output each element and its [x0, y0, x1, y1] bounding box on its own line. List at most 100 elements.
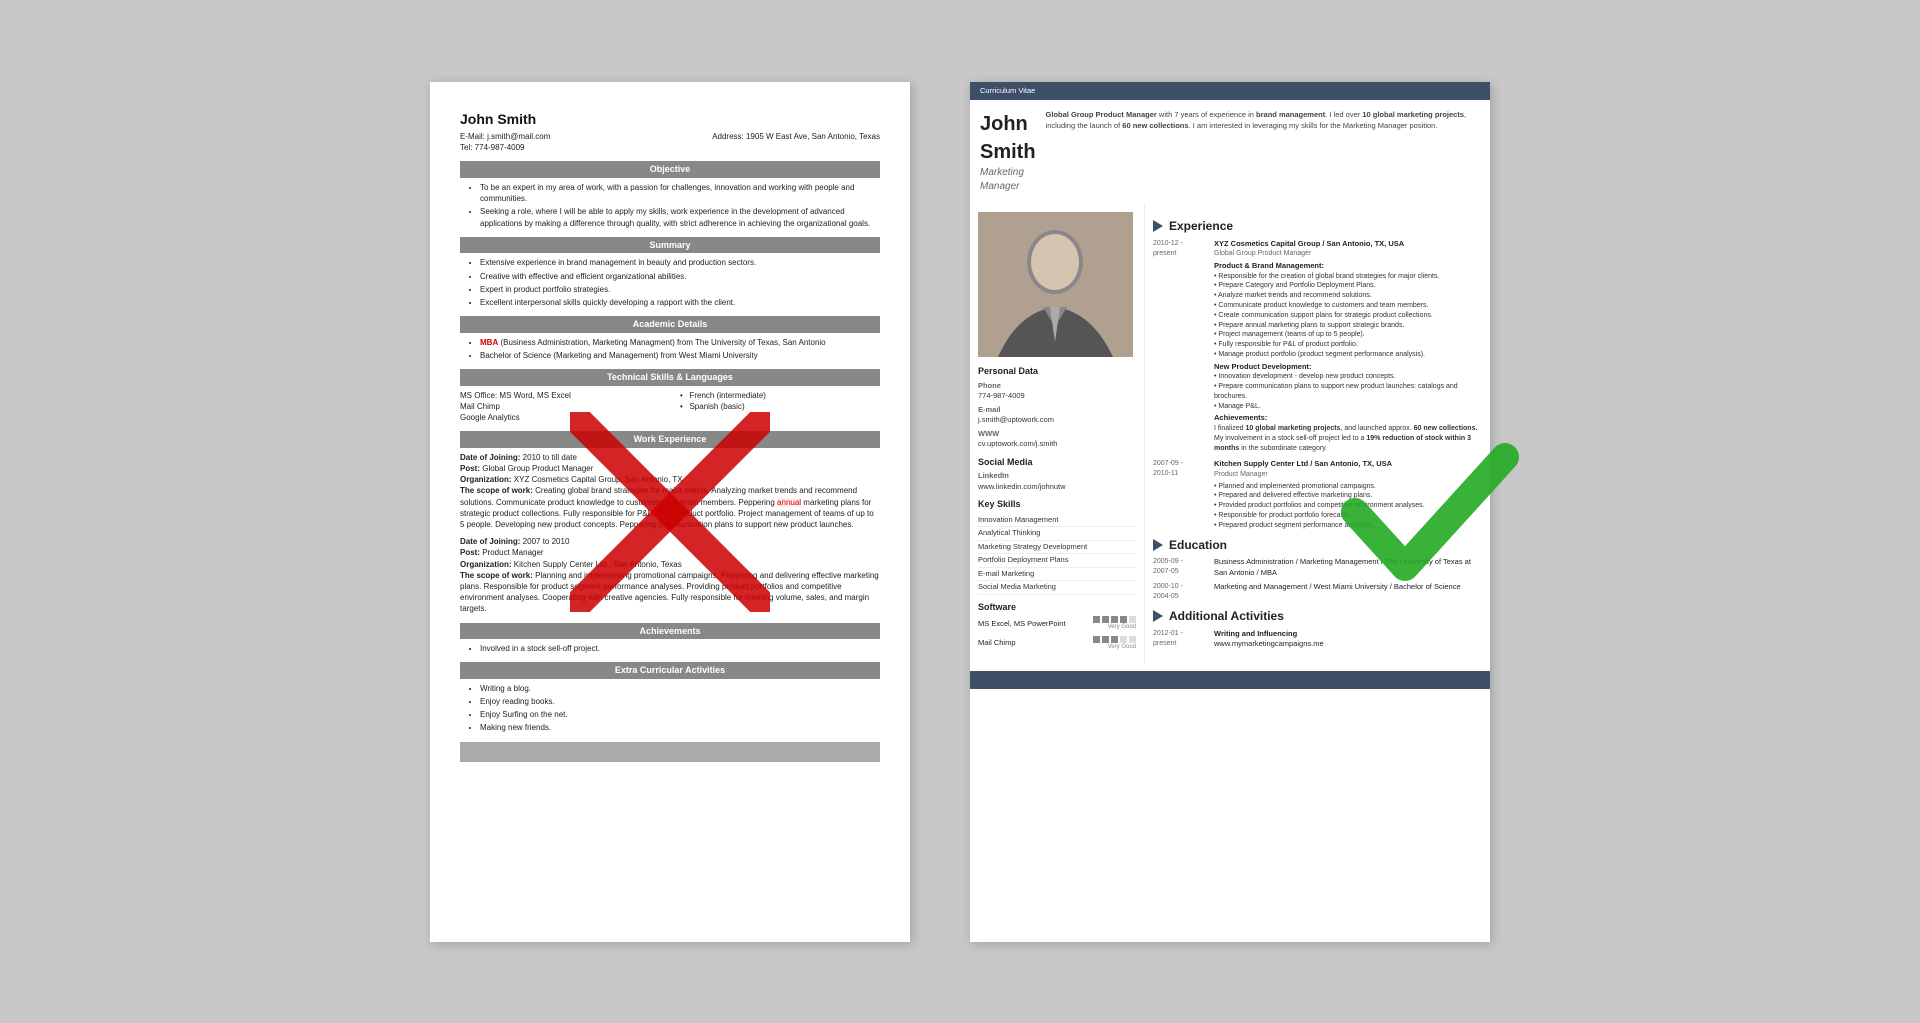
- www-label: WWW: [978, 429, 1136, 440]
- add-entry-1: 2012-01 -present Writing and Influencing…: [1153, 629, 1482, 650]
- left-achievements-list: Involved in a stock sell-off project.: [460, 643, 880, 654]
- phone-label: Phone: [978, 381, 1136, 392]
- main-container: John Smith E-Mail: j.smith@mail.com Tel:…: [0, 0, 1920, 1023]
- list-item: Extensive experience in brand management…: [480, 257, 880, 268]
- avatar: [978, 212, 1133, 357]
- work-org-2: Organization: Kitchen Supply Center Ltd.…: [460, 559, 880, 570]
- left-footer-bar: [460, 742, 880, 762]
- software-bar-2: Very Good: [1093, 636, 1136, 651]
- software-item-2: Mail Chimp Very Good: [978, 636, 1136, 651]
- bar-dot: [1120, 636, 1127, 643]
- work-entry-2: Date of Joining: 2007 to 2010 Post: Prod…: [460, 536, 880, 614]
- edu-details-2: Marketing and Management / West Miami Un…: [1214, 582, 1461, 602]
- software-name-2: Mail Chimp: [978, 638, 1016, 649]
- exp-details-1: XYZ Cosmetics Capital Group / San Antoni…: [1214, 239, 1482, 454]
- exp-dates-2: 2007-09 -2010-11: [1153, 459, 1208, 530]
- education-title: Education: [1169, 537, 1227, 554]
- software-name-1: MS Excel, MS PowerPoint: [978, 619, 1066, 630]
- left-contact: E-Mail: j.smith@mail.com Tel: 774-987-40…: [460, 131, 880, 153]
- add-url-1: www.mymarketingcampaigns.me: [1214, 639, 1324, 650]
- linkedin-label: LinkedIn: [978, 471, 1136, 482]
- exp-sub-3: Achievements:: [1214, 413, 1482, 424]
- exp-bullet: • Fully responsible for P&L of product p…: [1214, 340, 1482, 350]
- bar-row-1: [1093, 616, 1136, 623]
- right-header: John Smith Marketing Manager Global Grou…: [970, 100, 1490, 204]
- exp-bullet: My involvement in a stock sell-off proje…: [1214, 434, 1482, 454]
- bar-dot: [1129, 636, 1136, 643]
- exp-company-1: XYZ Cosmetics Capital Group / San Antoni…: [1214, 239, 1482, 250]
- software-bar-1: Very Good: [1093, 616, 1136, 631]
- list-item: MBA (Business Administration, Marketing …: [480, 337, 880, 348]
- exp-entry-2: 2007-09 -2010-11 Kitchen Supply Center L…: [1153, 459, 1482, 530]
- left-name: John Smith: [460, 110, 880, 130]
- skill-item: Innovation Management: [978, 514, 1136, 528]
- software-title: Software: [978, 601, 1136, 614]
- exp-bullet: • Prepare Category and Portfolio Deploym…: [1214, 281, 1482, 291]
- list-item: • French (intermediate): [680, 390, 880, 401]
- exp-bullet: • Responsible for the creation of global…: [1214, 272, 1482, 282]
- work-entry-1: Date of Joining: 2010 to till date Post:…: [460, 452, 880, 530]
- additional-title: Additional Activities: [1169, 608, 1284, 625]
- list-item: Enjoy reading books.: [480, 696, 880, 707]
- exp-bullet: • Planned and implemented promotional ca…: [1214, 482, 1482, 492]
- left-obj-bullet-2: Seeking a role, where I will be able to …: [480, 206, 880, 228]
- exp-bullet: • Create communication support plans for…: [1214, 311, 1482, 321]
- skill-item: Marketing Strategy Development: [978, 541, 1136, 555]
- skill-item: Social Media Marketing: [978, 581, 1136, 595]
- experience-title: Experience: [1169, 218, 1233, 235]
- edu-entry-1: 2005-09 -2007-05 Business Administration…: [1153, 557, 1482, 578]
- left-address: Address: 1905 W East Ave, San Antonio, T…: [712, 131, 880, 153]
- education-section-header: Education: [1153, 537, 1482, 554]
- exp-bullet: I finalized 10 global marketing projects…: [1214, 424, 1482, 434]
- list-item: Creative with effective and efficient or…: [480, 271, 880, 282]
- skill-col-right: • French (intermediate) • Spanish (basic…: [680, 390, 880, 424]
- bar-dot: [1102, 636, 1109, 643]
- right-bottom-bar: [970, 671, 1490, 689]
- right-top-bar: Curriculum Vitae: [970, 82, 1490, 101]
- left-email: E-Mail: j.smith@mail.com: [460, 131, 550, 142]
- list-item: MS Office: MS Word, MS Excel: [460, 390, 660, 401]
- bar-row-2: [1093, 636, 1136, 643]
- left-extra-header: Extra Curricular Activities: [460, 662, 880, 679]
- additional-section-header: Additional Activities: [1153, 608, 1482, 625]
- skill-item: Analytical Thinking: [978, 527, 1136, 541]
- linkedin-value: www.linkedin.com/johnutw: [978, 482, 1136, 493]
- edu-dates-1: 2005-09 -2007-05: [1153, 557, 1208, 578]
- exp-sub-2: New Product Development:: [1214, 362, 1482, 373]
- work-post-2: Post: Product Manager: [460, 547, 880, 558]
- exp-sub-1: Product & Brand Management:: [1214, 261, 1482, 272]
- edu-entry-2: 2000-10 -2004-05 Marketing and Managemen…: [1153, 582, 1482, 602]
- exp-bullet: • Responsible for product portfolio fore…: [1214, 511, 1482, 521]
- list-item: Enjoy Surfing on the net.: [480, 709, 880, 720]
- additional-arrow-icon: [1153, 610, 1163, 622]
- education-arrow-icon: [1153, 539, 1163, 551]
- left-summary-list: Extensive experience in brand management…: [460, 257, 880, 308]
- list-item: Excellent interpersonal skills quickly d…: [480, 297, 880, 308]
- www-value: cv.uptowork.com/j.smith: [978, 439, 1136, 450]
- exp-bullet: • Provided product portfolios and compet…: [1214, 501, 1482, 511]
- list-item: Bachelor of Science (Marketing and Manag…: [480, 350, 880, 361]
- experience-section-header: Experience: [1153, 218, 1482, 235]
- bar-dot: [1093, 636, 1100, 643]
- list-item: Making new friends.: [480, 722, 880, 733]
- exp-dates-1: 2010-12 -present: [1153, 239, 1208, 454]
- exp-bullet: • Project management (teams of up to 5 p…: [1214, 330, 1482, 340]
- skill-item: E-mail Marketing: [978, 568, 1136, 582]
- exp-bullet: • Prepare annual marketing plans to supp…: [1214, 321, 1482, 331]
- right-resume: Curriculum Vitae John Smith Marketing Ma…: [970, 82, 1490, 942]
- list-item: Involved in a stock sell-off project.: [480, 643, 880, 654]
- left-objective-header: Objective: [460, 161, 880, 178]
- list-item: Expert in product portfolio strategies.: [480, 284, 880, 295]
- skill-item: Portfolio Deployment Plans: [978, 554, 1136, 568]
- work-date-2: Date of Joining: 2007 to 2010: [460, 536, 880, 547]
- left-obj-bullet-1: To be an expert in my area of work, with…: [480, 182, 880, 204]
- experience-arrow-icon: [1153, 220, 1163, 232]
- skill-col-left: MS Office: MS Word, MS Excel Mail Chimp …: [460, 390, 660, 424]
- right-name-area: John Smith Marketing Manager: [980, 110, 1036, 194]
- bar-dot: [1093, 616, 1100, 623]
- exp-company-2: Kitchen Supply Center Ltd / San Antonio,…: [1214, 459, 1482, 470]
- exp-bullet: • Manage product portfolio (product segm…: [1214, 350, 1482, 360]
- email-label: E-mail: [978, 405, 1136, 416]
- right-right-col: Experience 2010-12 -present XYZ Cosmetic…: [1145, 204, 1490, 663]
- left-resume: John Smith E-Mail: j.smith@mail.com Tel:…: [430, 82, 910, 942]
